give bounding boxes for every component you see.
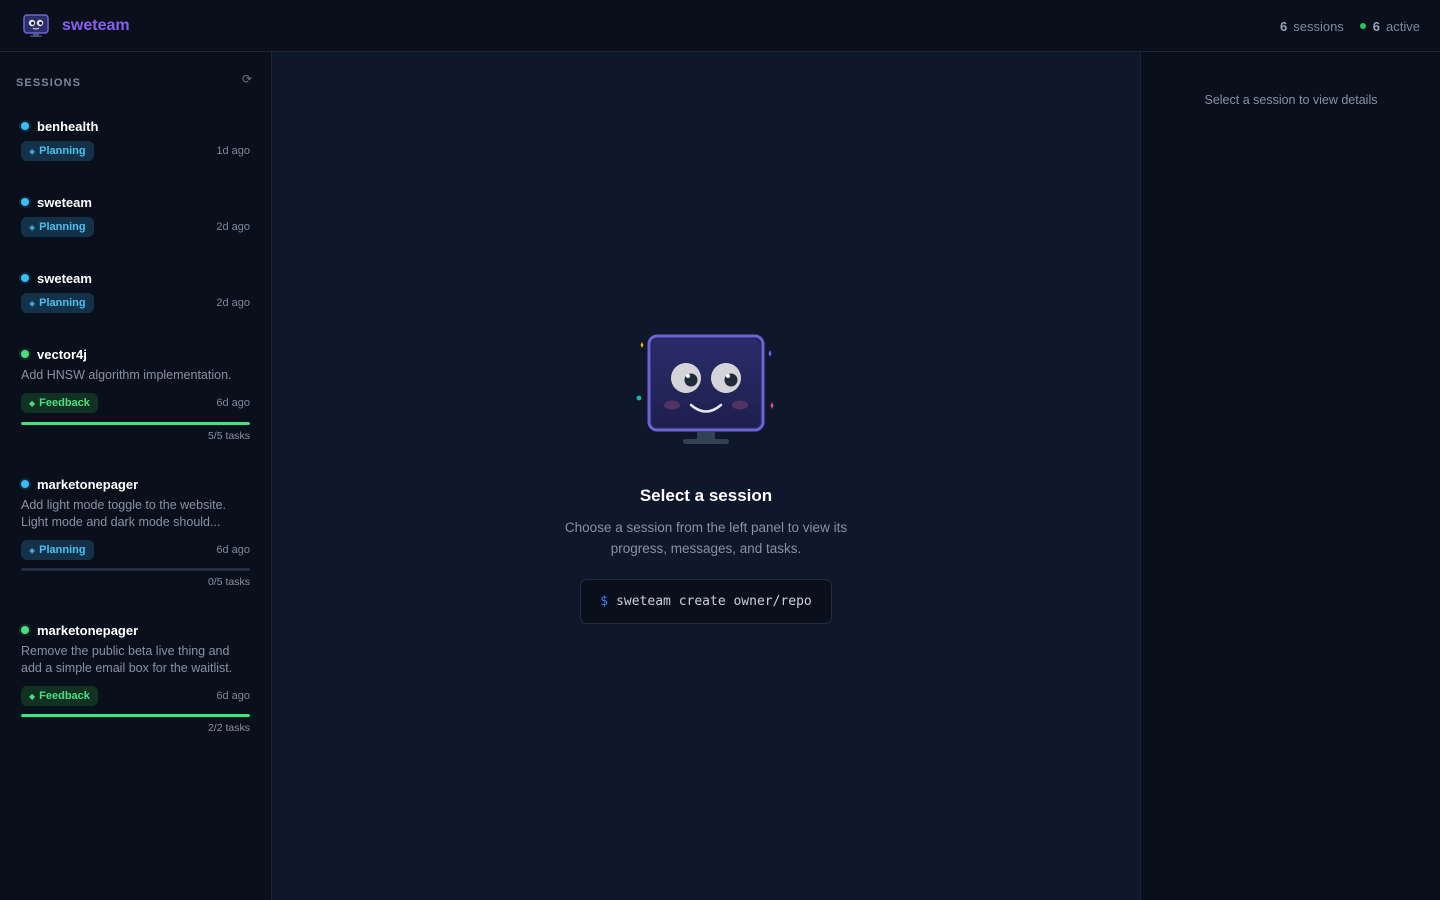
session-item[interactable]: vector4j Add HNSW algorithm implementati… bbox=[16, 346, 256, 446]
planning-icon: ◈ bbox=[29, 222, 36, 232]
sessions-sidebar: SESSIONS ⟳ benhealth ◈ Planning 1d ago s… bbox=[0, 52, 272, 900]
session-progress-fill bbox=[21, 422, 250, 425]
feedback-icon: ◆ bbox=[29, 691, 36, 701]
session-time: 6d ago bbox=[216, 690, 250, 702]
planning-icon: ◈ bbox=[29, 298, 36, 308]
session-status-dot bbox=[21, 122, 29, 130]
session-name: marketonepager bbox=[37, 476, 139, 492]
session-status-badge: ◈ Planning bbox=[21, 141, 94, 161]
session-time: 2d ago bbox=[216, 221, 250, 233]
session-description: Add light mode toggle to the website. Li… bbox=[21, 498, 226, 529]
session-progress-bar bbox=[21, 422, 250, 425]
sidebar-header: SESSIONS ⟳ bbox=[16, 72, 252, 89]
session-description: Add HNSW algorithm implementation. bbox=[21, 368, 232, 382]
session-name: marketonepager bbox=[37, 622, 139, 638]
session-item[interactable]: marketonepager Add light mode toggle to … bbox=[16, 476, 256, 592]
sessions-count: 6 bbox=[1279, 18, 1288, 34]
robot-monitor-icon bbox=[23, 13, 49, 37]
details-panel: Select a session to view details bbox=[1140, 52, 1440, 900]
empty-state-title: Select a session bbox=[639, 486, 773, 505]
sessions-count-label: sessions bbox=[1293, 18, 1344, 34]
main-panel: Select a session Choose a session from t… bbox=[272, 52, 1140, 900]
session-description: Remove the public beta live thing and ad… bbox=[21, 644, 233, 675]
session-badge-label: Planning bbox=[39, 544, 86, 556]
active-count: 6 bbox=[1372, 18, 1381, 34]
refresh-icon[interactable]: ⟳ bbox=[242, 72, 252, 86]
active-status-dot bbox=[1359, 23, 1366, 29]
command-text: sweteam create owner/repo bbox=[616, 594, 812, 609]
session-badge-label: Feedback bbox=[39, 397, 90, 409]
robot-monitor-mascot-icon bbox=[636, 334, 774, 444]
session-status-badge: ◈ Planning bbox=[21, 293, 94, 313]
session-status-dot bbox=[21, 350, 29, 358]
session-task-count: 5/5 tasks bbox=[207, 430, 250, 442]
session-status-badge: ◆ Feedback bbox=[21, 686, 98, 706]
feedback-icon: ◆ bbox=[29, 398, 36, 408]
session-badge-label: Feedback bbox=[39, 690, 90, 702]
session-item[interactable]: sweteam ◈ Planning 2d ago bbox=[16, 194, 256, 254]
session-progress-bar bbox=[21, 714, 250, 717]
session-time: 6d ago bbox=[216, 397, 250, 409]
session-badge-label: Planning bbox=[39, 145, 86, 157]
session-status-dot bbox=[21, 480, 29, 488]
session-status-badge: ◈ Planning bbox=[21, 217, 94, 237]
session-time: 2d ago bbox=[216, 297, 250, 309]
session-task-count: 0/5 tasks bbox=[207, 576, 250, 588]
planning-icon: ◈ bbox=[29, 545, 36, 555]
details-empty-text: Select a session to view details bbox=[1204, 93, 1378, 107]
session-time: 6d ago bbox=[216, 544, 250, 556]
session-progress-fill bbox=[21, 714, 250, 717]
command-snippet[interactable]: $ sweteam create owner/repo bbox=[580, 579, 832, 624]
session-status-dot bbox=[21, 626, 29, 634]
session-time: 1d ago bbox=[216, 145, 250, 157]
sessions-heading: SESSIONS bbox=[16, 77, 82, 89]
app-logo[interactable]: sweteam bbox=[22, 13, 130, 38]
session-name: sweteam bbox=[37, 270, 92, 286]
planning-icon: ◈ bbox=[29, 146, 36, 156]
session-status-dot bbox=[21, 274, 29, 282]
session-item[interactable]: marketonepager Remove the public beta li… bbox=[16, 622, 256, 738]
session-status-dot bbox=[21, 198, 29, 206]
session-task-count: 2/2 tasks bbox=[207, 722, 250, 734]
active-count-label: active bbox=[1386, 18, 1420, 34]
command-prompt: $ bbox=[600, 594, 609, 609]
session-item[interactable]: benhealth ◈ Planning 1d ago bbox=[16, 118, 256, 178]
session-item[interactable]: sweteam ◈ Planning 2d ago bbox=[16, 270, 256, 330]
top-bar: sweteam 6 sessions 6 active bbox=[0, 0, 1440, 52]
session-badge-label: Planning bbox=[39, 297, 86, 309]
session-name: benhealth bbox=[37, 118, 99, 134]
session-name: vector4j bbox=[37, 346, 87, 362]
session-name: sweteam bbox=[37, 194, 92, 210]
session-status-badge: ◆ Feedback bbox=[21, 393, 98, 413]
empty-state-subtitle: Choose a session from the left panel to … bbox=[564, 520, 848, 556]
header-stats: 6 sessions 6 active bbox=[1280, 0, 1420, 52]
session-status-badge: ◈ Planning bbox=[21, 540, 94, 560]
session-badge-label: Planning bbox=[39, 221, 86, 233]
session-progress-bar bbox=[21, 568, 250, 571]
app-title: sweteam bbox=[62, 16, 130, 34]
